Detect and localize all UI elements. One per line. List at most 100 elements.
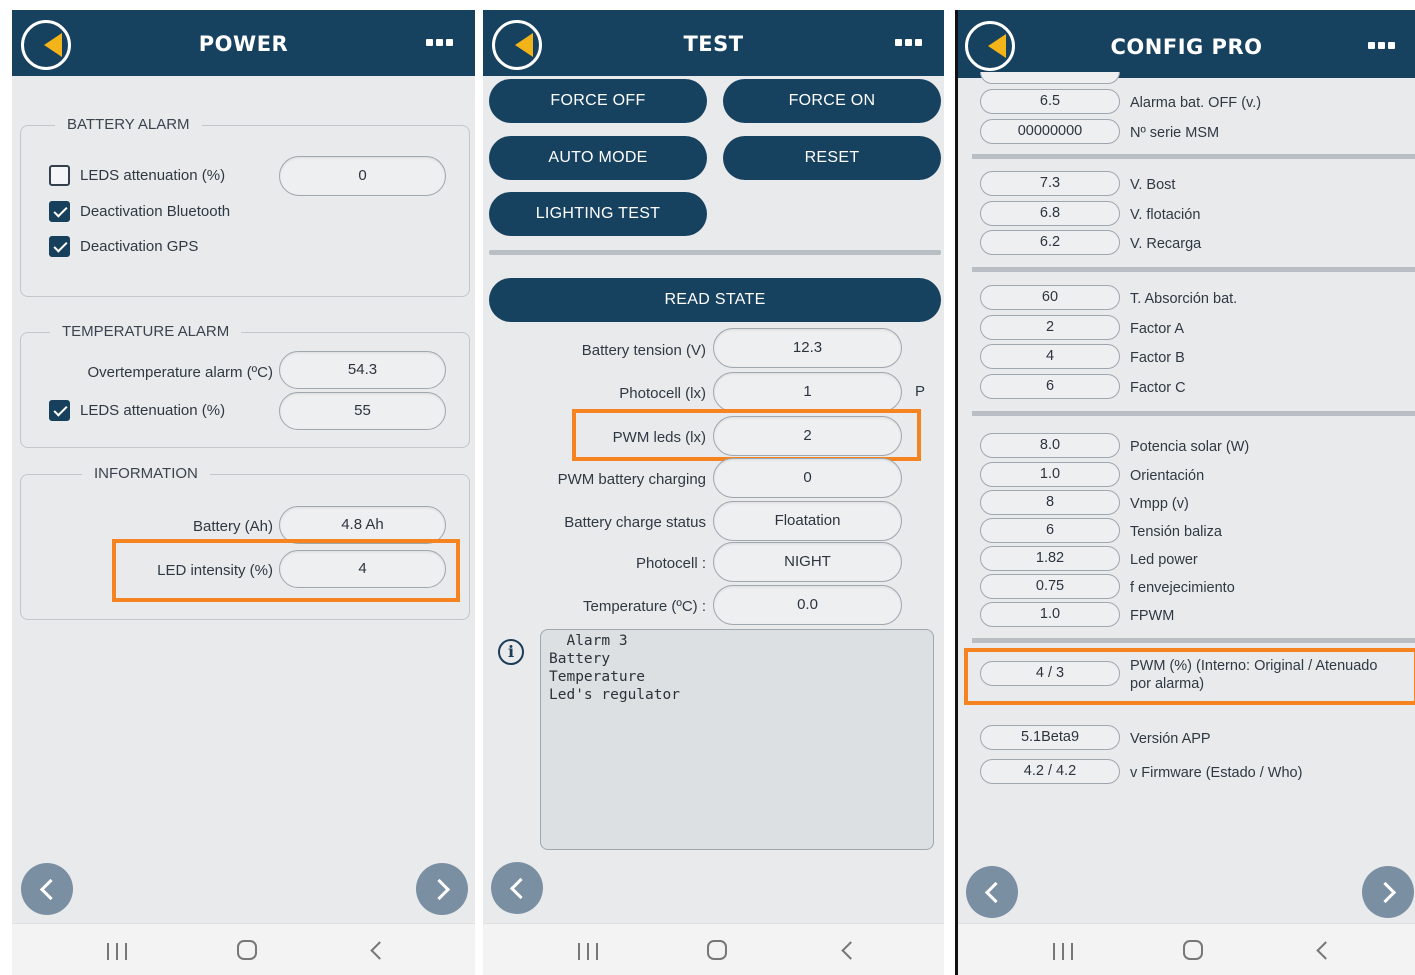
chevron-right-icon[interactable] [416, 863, 468, 915]
config-value-input[interactable]: 2 [980, 315, 1120, 340]
config-value-input[interactable]: 0.75 [980, 574, 1120, 599]
photocell-state-label: Photocell : [635, 555, 706, 572]
screen-title: CONFIG PRO [1110, 35, 1263, 59]
temp-leds-attenuation-label: LEDS attenuation (%) [80, 402, 226, 419]
back-icon[interactable] [1316, 941, 1335, 960]
read-state-button[interactable]: READ STATE [489, 278, 941, 322]
deactivation-gps-label: Deactivation GPS [80, 238, 199, 255]
leds-attenuation-label: LEDS attenuation (%) [80, 167, 226, 184]
highlight-box [112, 539, 460, 602]
deactivation-gps-checkbox[interactable] [49, 236, 70, 257]
config-label: Versión APP [1130, 731, 1211, 747]
battery-tension-label: Battery tension (V) [581, 342, 706, 359]
photocell-value: 1 [713, 372, 902, 412]
group-legend: BATTERY ALARM [55, 116, 202, 133]
recent-apps-icon[interactable] [1053, 943, 1073, 960]
leds-attenuation-checkbox[interactable] [49, 165, 70, 186]
power-screen: POWER BATTERY ALARM LEDS attenuation (%)… [12, 10, 475, 975]
config-value-input[interactable]: 6 [980, 374, 1120, 399]
home-icon[interactable] [1183, 940, 1203, 960]
divider [972, 411, 1415, 416]
config-label: Orientación [1130, 468, 1205, 484]
temp-leds-attenuation-input[interactable]: 55 [279, 392, 446, 430]
battery-charge-status-value: Floatation [713, 501, 902, 541]
config-value-input[interactable]: 6 [980, 518, 1120, 543]
config-value-input[interactable]: 1.0 [980, 462, 1120, 487]
config-label: Led power [1130, 552, 1198, 568]
home-icon[interactable] [707, 940, 727, 960]
reset-button[interactable]: RESET [723, 136, 941, 180]
config-pro-screen: CONFIG PRO 6.5 Alarma bat. OFF (v.) 0000… [955, 10, 1415, 975]
temperature-value: 0.0 [713, 585, 902, 625]
overtemperature-label: Overtemperature alarm (ºC) [87, 364, 273, 381]
config-value-input[interactable]: 6.8 [980, 201, 1120, 226]
leds-attenuation-input[interactable]: 0 [279, 156, 446, 196]
more-dots-icon[interactable] [895, 39, 922, 46]
firmware-version-value: 4.2 / 4.2 [980, 759, 1120, 784]
config-value-input[interactable]: 4 [980, 344, 1120, 369]
highlight-box [572, 409, 921, 461]
info-icon[interactable]: i [498, 639, 524, 665]
photocell-suffix: P [915, 383, 926, 400]
highlight-box [964, 648, 1415, 705]
back-icon[interactable] [841, 941, 860, 960]
divider [489, 250, 941, 255]
config-value-input[interactable]: 6.5 [980, 89, 1120, 114]
auto-mode-button[interactable]: AUTO MODE [489, 136, 707, 180]
config-value-input[interactable]: 7.3 [980, 171, 1120, 196]
chevron-left-icon[interactable] [966, 866, 1018, 918]
photocell-label: Photocell (lx) [619, 385, 706, 402]
overtemperature-input[interactable]: 54.3 [279, 351, 446, 389]
force-off-button[interactable]: FORCE OFF [489, 79, 707, 123]
config-value-input[interactable]: 8 [980, 490, 1120, 515]
system-nav-bar [483, 923, 944, 975]
divider [972, 638, 1415, 643]
config-label: Vmpp (v) [1130, 496, 1189, 512]
config-value-input[interactable]: 60 [980, 285, 1120, 310]
app-bar: POWER [12, 10, 475, 76]
system-nav-bar [958, 923, 1415, 975]
temp-leds-attenuation-checkbox[interactable] [49, 400, 70, 421]
config-label: f envejecimiento [1130, 580, 1235, 596]
config-label: Factor B [1130, 350, 1185, 366]
config-label: T. Absorción bat. [1130, 291, 1238, 307]
deactivation-bluetooth-checkbox[interactable] [49, 201, 70, 222]
chevron-left-icon[interactable] [21, 863, 73, 915]
battery-ah-label: Battery (Ah) [192, 518, 273, 535]
force-on-button[interactable]: FORCE ON [723, 79, 941, 123]
chevron-right-icon[interactable] [1362, 866, 1414, 918]
recent-apps-icon[interactable] [578, 943, 598, 960]
battery-tension-value: 12.3 [713, 328, 902, 368]
screen-title: TEST [683, 32, 744, 56]
config-value-input[interactable]: 00000000 [980, 119, 1120, 144]
config-value-input[interactable]: 8.0 [980, 433, 1120, 458]
home-icon[interactable] [237, 940, 257, 960]
clipped-input [980, 72, 1120, 84]
config-value-input[interactable]: 1.82 [980, 546, 1120, 571]
system-nav-bar [12, 923, 475, 975]
temperature-label: Temperature (ºC) : [582, 598, 706, 615]
config-label: Tensión baliza [1130, 524, 1222, 540]
app-bar: TEST [483, 10, 944, 76]
temperature-alarm-group: TEMPERATURE ALARM [20, 323, 470, 448]
more-dots-icon[interactable] [426, 39, 453, 46]
lighting-test-button[interactable]: LIGHTING TEST [489, 192, 707, 236]
back-icon[interactable] [370, 941, 389, 960]
config-value-input[interactable]: 1.0 [980, 602, 1120, 627]
config-label: Potencia solar (W) [1130, 439, 1250, 455]
config-label: Alarma bat. OFF (v.) [1130, 95, 1262, 111]
divider [972, 154, 1415, 159]
config-label: V. Bost [1130, 177, 1176, 193]
recent-apps-icon[interactable] [107, 943, 127, 960]
pwm-battery-charging-value: 0 [713, 458, 902, 498]
test-screen: TEST FORCE OFF FORCE ON AUTO MODE RESET … [483, 10, 944, 975]
photocell-state-value: NIGHT [713, 542, 902, 582]
divider [972, 267, 1415, 272]
chevron-left-icon[interactable] [491, 862, 543, 914]
config-label: FPWM [1130, 608, 1175, 624]
config-label: Nº serie MSM [1130, 125, 1220, 141]
more-dots-icon[interactable] [1368, 42, 1395, 49]
config-value-input[interactable]: 6.2 [980, 230, 1120, 255]
group-legend: TEMPERATURE ALARM [50, 323, 242, 340]
alarm-log-textarea[interactable]: Alarm 3 Battery Temperature Led's regula… [540, 629, 934, 850]
